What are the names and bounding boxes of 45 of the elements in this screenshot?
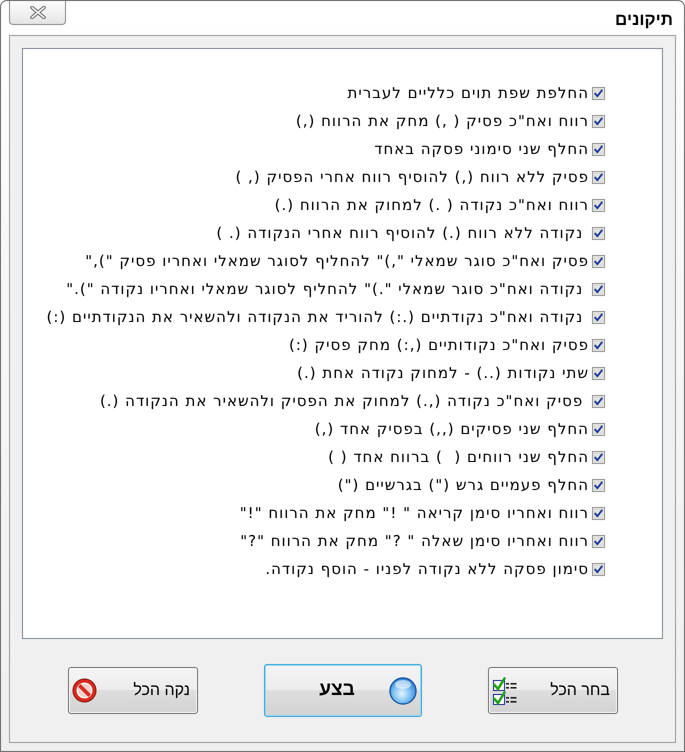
- checkbox-label[interactable]: פסיק ללא רווח (,) להוסיף רווח אחרי הפסיק (, ): [235, 168, 589, 186]
- checkbox[interactable]: [592, 422, 605, 436]
- checkbox-label[interactable]: רווח ואחריו סימן שאלה " ?" מחק את הרווח "?": [240, 532, 589, 550]
- select-all-button[interactable]: בחר הכל: [488, 667, 618, 714]
- checkbox-label[interactable]: החלף שני פסיקים (,,) בפסיק אחד (,): [314, 420, 589, 438]
- checkbox[interactable]: [592, 534, 605, 548]
- checkbox[interactable]: [592, 478, 605, 492]
- checkbox[interactable]: [592, 226, 605, 240]
- checkbox-label[interactable]: שתי נקודות (..) - למחוק נקודה אחת (.): [297, 364, 589, 382]
- checkbox[interactable]: [592, 114, 605, 128]
- checkbox[interactable]: [592, 282, 605, 296]
- checkbox[interactable]: [592, 506, 605, 520]
- checkbox-label[interactable]: נקודה ואח"כ נקודתיים (.:) להוריד את הנקודה ולהשאיר את הנקודתיים (:): [46, 308, 589, 326]
- checkbox-label[interactable]: רווח ואח"כ פסיק ( ,) מחק את הרווח (,): [296, 112, 589, 130]
- checkbox[interactable]: [592, 254, 605, 268]
- checkbox[interactable]: [592, 562, 605, 576]
- checklist-icon: [492, 676, 518, 706]
- checkbox-label[interactable]: רווח ואחריו סימן קריאה " !" מחק את הרווח "!": [240, 504, 589, 522]
- checkbox[interactable]: [592, 142, 605, 156]
- window-title: תיקונים: [615, 10, 673, 30]
- clear-all-button[interactable]: נקה הכל: [68, 667, 198, 714]
- checkbox[interactable]: [592, 198, 605, 212]
- no-entry-icon: [72, 678, 97, 703]
- checkbox[interactable]: [592, 86, 605, 100]
- checkbox-label[interactable]: החלף פעמיים גרש (") בגרשיים ("): [338, 476, 589, 494]
- checkbox-label[interactable]: נקודה ואח"כ סוגר שמאלי ".)" להחליף לסוגר שמאלי ואחריו נקודה ").": [66, 280, 589, 298]
- checkbox-label[interactable]: פסיק ואח"כ נקודותיים (,:) מחק פסיק (:): [289, 336, 589, 354]
- sphere-icon: [389, 676, 417, 704]
- checkbox[interactable]: [592, 366, 605, 380]
- checkbox-label[interactable]: פסיק ואח"כ נקודה (,.) למחוק את הפסיק ולהשאיר את הנקודה (.): [100, 392, 589, 410]
- checkbox[interactable]: [592, 170, 605, 184]
- checkbox-label[interactable]: רווח ואח"כ נקודה ( .) למחוק את הרווח (.): [274, 196, 589, 214]
- checkbox-label[interactable]: סימון פסקה ללא נקודה לפניו - הוסף נקודה.: [265, 560, 589, 578]
- run-button[interactable]: בצע: [264, 664, 422, 717]
- close-button[interactable]: [9, 1, 66, 25]
- close-icon: [30, 6, 46, 19]
- checkbox-label[interactable]: החלף שני סימוני פסקה באחד: [374, 140, 589, 158]
- checkbox[interactable]: [592, 394, 605, 408]
- checkbox[interactable]: [592, 450, 605, 464]
- checkbox-label[interactable]: החלף שני רווחים ( ) ברווח אחד ( ): [328, 448, 589, 466]
- checkbox[interactable]: [592, 310, 605, 324]
- checkbox-label[interactable]: פסיק ואח"כ סוגר שמאלי ",)" להחליף לסוגר שמאלי ואחריו פסיק "),": [85, 252, 589, 270]
- checkbox-label[interactable]: נקודה ללא רווח (.) להוסיף רווח אחרי הנקודה (. ): [216, 224, 589, 242]
- checkbox-label[interactable]: החלפת שפת תוים כלליים לעברית: [348, 84, 589, 102]
- checkbox[interactable]: [592, 338, 605, 352]
